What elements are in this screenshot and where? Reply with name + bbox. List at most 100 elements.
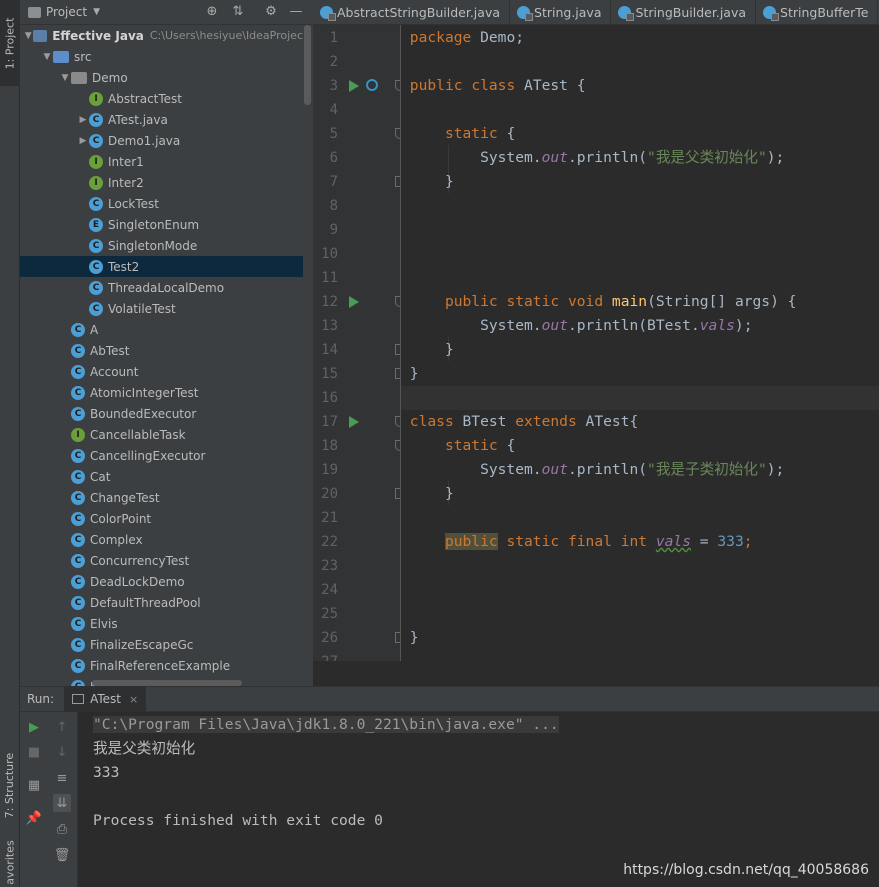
- tree-item-label: FinalizeEscapeGc: [90, 637, 194, 652]
- up-arrow-icon[interactable]: ↑: [53, 718, 71, 736]
- tree-item[interactable]: C FinalizeEscapeGc: [20, 634, 303, 655]
- tree-item[interactable]: I CancellableTask: [20, 424, 303, 445]
- tree-item-label: Effective Java: [52, 28, 144, 43]
- tree-package-demo[interactable]: ▼ Demo: [20, 67, 303, 88]
- tree-item[interactable]: C AbTest: [20, 340, 303, 361]
- tree-item-label: FinalReferenceExample: [90, 658, 231, 673]
- chevron-right-icon[interactable]: ▶: [77, 115, 89, 125]
- line-number: 17: [321, 414, 338, 430]
- editor-tab[interactable]: StringBuilder.java: [611, 0, 757, 24]
- folder-icon: [33, 29, 48, 42]
- tree-item-label: Cat: [90, 469, 111, 484]
- run-tab-atest[interactable]: ATest ×: [64, 686, 147, 712]
- project-view-icon: [28, 6, 41, 18]
- tree-item[interactable]: C ConcurrencyTest: [20, 550, 303, 571]
- editor-tab[interactable]: StringBufferTe: [756, 0, 879, 24]
- rerun-icon[interactable]: ▶: [25, 718, 43, 736]
- implemented-icon[interactable]: [366, 79, 378, 91]
- pin-icon[interactable]: 📌: [25, 809, 43, 827]
- tree-item[interactable]: C Cat: [20, 466, 303, 487]
- chevron-down-icon[interactable]: ▼: [23, 31, 33, 41]
- tree-item-label: AtomicIntegerTest: [90, 385, 199, 400]
- tree-item[interactable]: C VolatileTest: [20, 298, 303, 319]
- editor-tab-bar: AbstractStringBuilder.java String.java Str…: [313, 0, 879, 25]
- minimize-icon[interactable]: —: [288, 4, 304, 20]
- run-console[interactable]: "C:\Program Files\Java\jdk1.8.0_221\bin\…: [78, 712, 879, 887]
- editor-tab[interactable]: String.java: [510, 0, 612, 24]
- tree-item[interactable]: I AbstractTest: [20, 88, 303, 109]
- tree-item[interactable]: C ChangeTest: [20, 487, 303, 508]
- tree-item[interactable]: C AtomicIntegerTest: [20, 382, 303, 403]
- tree-item[interactable]: C Test2: [20, 256, 303, 277]
- class-icon: C: [71, 322, 85, 337]
- tree-item[interactable]: ▶ C Demo1.java: [20, 130, 303, 151]
- run-gutter-icon[interactable]: [349, 416, 359, 428]
- project-tool-tab[interactable]: 1: Project: [0, 0, 20, 86]
- tree-item[interactable]: C BoundedExecutor: [20, 403, 303, 424]
- line-number: 22: [321, 534, 338, 550]
- tree-item-label: Demo: [92, 70, 128, 85]
- folder-icon: [71, 71, 87, 84]
- print-icon[interactable]: ⎙: [53, 820, 71, 838]
- editor-tab-label: StringBufferTe: [780, 5, 869, 20]
- run-gutter-icon[interactable]: [349, 296, 359, 308]
- tree-item[interactable]: C Elvis: [20, 613, 303, 634]
- class-icon: C: [89, 301, 103, 316]
- tree-item[interactable]: C CancellingExecutor: [20, 445, 303, 466]
- editor-tab-label: AbstractStringBuilder.java: [337, 5, 501, 20]
- tree-item[interactable]: CA: [20, 319, 303, 340]
- trash-icon[interactable]: 🗑: [53, 846, 71, 864]
- tree-item-label: DeadLockDemo: [90, 574, 185, 589]
- collapse-all-icon[interactable]: ⇅: [230, 4, 246, 20]
- tree-item[interactable]: ▶ C ATest.java: [20, 109, 303, 130]
- close-icon[interactable]: ×: [129, 693, 138, 706]
- tree-folder-src[interactable]: ▼ src: [20, 46, 303, 67]
- layout-icon[interactable]: ▦: [25, 776, 43, 794]
- chevron-down-icon[interactable]: ▼: [59, 73, 71, 83]
- tree-item[interactable]: C FinalReferenceExample: [20, 655, 303, 676]
- class-icon: C: [89, 238, 103, 253]
- code-line-17: class BTest extends ATest{: [409, 413, 639, 430]
- tree-item[interactable]: E SingletonEnum: [20, 214, 303, 235]
- tree-item[interactable]: C Complex: [20, 529, 303, 550]
- tree-item[interactable]: C DeadLockDemo: [20, 571, 303, 592]
- class-icon: C: [89, 280, 103, 295]
- tree-item-label: DefaultThreadPool: [90, 595, 201, 610]
- tree-vertical-scrollbar[interactable]: [304, 25, 311, 105]
- tree-item[interactable]: C ColorPoint: [20, 508, 303, 529]
- project-path: C:\Users\hesiyue\IdeaProjec: [149, 29, 303, 42]
- editor-tab[interactable]: AbstractStringBuilder.java: [313, 0, 511, 24]
- code-editor[interactable]: package Demo; public class ATest { stati…: [401, 25, 879, 661]
- tree-item[interactable]: C ThreadaLocalDemo: [20, 277, 303, 298]
- down-arrow-icon[interactable]: ↓: [53, 743, 71, 761]
- editor-tab-label: String.java: [534, 5, 602, 20]
- chevron-down-icon[interactable]: ▼: [41, 52, 53, 62]
- tree-root-effective-java[interactable]: ▼ Effective Java C:\Users\hesiyue\IdeaProj…: [20, 25, 303, 46]
- interface-icon: I: [89, 154, 103, 169]
- locate-icon[interactable]: ⊕: [204, 4, 220, 20]
- soft-wrap-icon[interactable]: ≡: [53, 769, 71, 787]
- line-number: 16: [321, 390, 338, 406]
- tree-item[interactable]: C SingletonMode: [20, 235, 303, 256]
- tree-item[interactable]: C DefaultThreadPool: [20, 592, 303, 613]
- project-panel-title[interactable]: Project: [46, 5, 87, 19]
- run-label: Run:: [27, 692, 55, 706]
- scroll-to-end-icon[interactable]: ⇊: [53, 794, 71, 812]
- stop-icon[interactable]: ■: [25, 743, 43, 761]
- run-gutter-icon[interactable]: [349, 80, 359, 92]
- favorites-tool-tab[interactable]: avorites: [0, 838, 20, 887]
- console-line-exit: Process finished with exit code 0: [93, 812, 383, 829]
- code-line-16: [401, 386, 879, 410]
- tree-item[interactable]: I Inter2: [20, 172, 303, 193]
- tree-item[interactable]: I Inter1: [20, 151, 303, 172]
- chevron-right-icon[interactable]: ▶: [77, 136, 89, 146]
- tree-item[interactable]: C LockTest: [20, 193, 303, 214]
- line-number: 9: [329, 222, 338, 238]
- chevron-down-icon[interactable]: ▼: [93, 7, 100, 17]
- structure-tool-tab[interactable]: 7: Structure: [0, 740, 20, 830]
- tree-item[interactable]: C Account: [20, 361, 303, 382]
- line-number: 26: [321, 630, 338, 646]
- gear-icon[interactable]: ⚙: [263, 4, 279, 20]
- class-icon: C: [71, 364, 85, 379]
